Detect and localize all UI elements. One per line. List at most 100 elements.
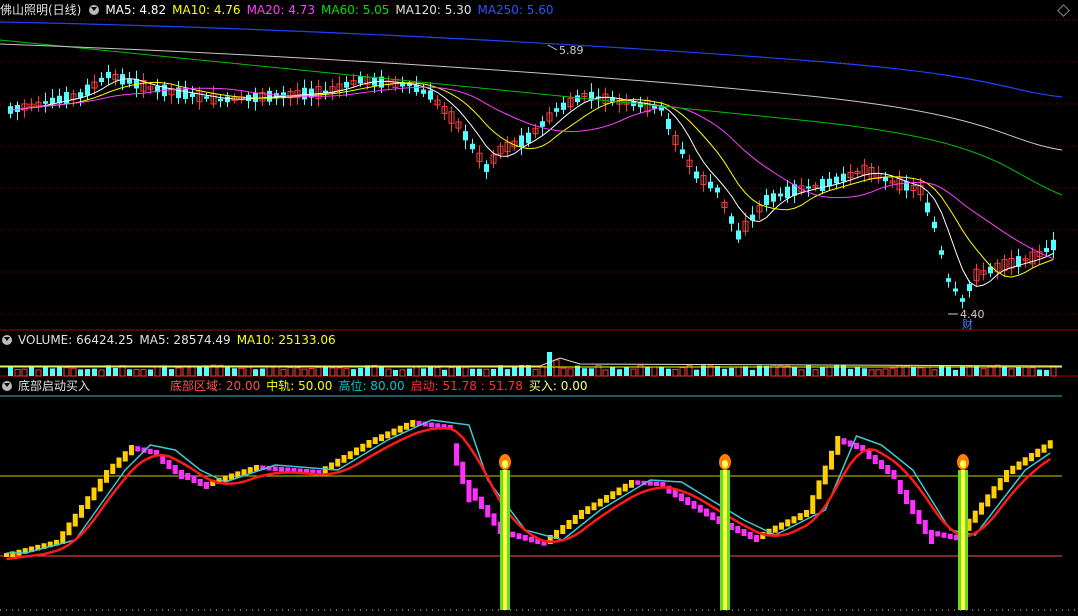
buy-signal-pillar-core	[723, 470, 727, 610]
indicator-bar	[341, 455, 347, 463]
indicator-bar	[679, 493, 684, 502]
indicator-bar	[879, 460, 884, 469]
price-candle	[694, 171, 699, 179]
indicator-bar	[897, 480, 903, 494]
indicator-bar	[910, 500, 916, 514]
ma-legend-item-0: MA5: 4.82	[105, 3, 167, 17]
volume-bar	[113, 367, 118, 376]
price-candle	[575, 95, 580, 103]
indicator-bar	[166, 460, 172, 469]
indicator-bar	[566, 520, 572, 529]
price-candle	[78, 92, 83, 98]
volume-bar	[127, 369, 132, 376]
indicator-bar	[404, 422, 409, 430]
price-candle	[540, 121, 545, 127]
volume-bar	[140, 369, 147, 377]
stock-chart[interactable]: 5.894.40财	[0, 0, 1078, 616]
indicator-bar	[122, 451, 128, 462]
price-candle	[778, 193, 783, 197]
volume-bar	[358, 367, 363, 376]
indicator-bar	[147, 448, 153, 454]
indicator-bar	[454, 443, 459, 466]
volume-legend-item-0: VOLUME: 66424.25	[18, 333, 134, 347]
ma-legend-item-5: MA250: 5.60	[477, 3, 554, 17]
volume-bar	[154, 366, 161, 377]
volume-bar	[456, 367, 461, 376]
indicator-bar	[610, 491, 616, 499]
price-candle	[43, 101, 48, 104]
indicator-bar	[66, 522, 72, 536]
indicator-bar	[347, 451, 353, 459]
volume-bar	[547, 352, 552, 376]
volume-bar	[43, 366, 48, 376]
volume-bar	[946, 366, 951, 376]
price-candle	[463, 131, 468, 141]
volume-bar	[666, 368, 671, 376]
indicator-bar	[322, 466, 328, 474]
volume-bar	[428, 366, 433, 376]
volume-bar	[1029, 367, 1036, 377]
indicator-bar	[972, 510, 978, 523]
price-candle	[519, 135, 524, 147]
indicator-bar	[191, 476, 197, 483]
price-candle	[729, 216, 734, 224]
indicator-bar	[872, 455, 878, 464]
volume-bar	[35, 369, 42, 377]
volume-bar	[448, 367, 455, 377]
indicator-bar	[891, 470, 897, 479]
price-candle	[1044, 247, 1049, 253]
circle-collapse-icon[interactable]	[89, 5, 100, 15]
indicator-bar	[85, 496, 91, 509]
volume-bar	[434, 367, 441, 377]
volume-bar	[980, 368, 987, 377]
indicator-bar	[985, 494, 991, 507]
volume-bar	[729, 367, 734, 376]
indicator-bar	[1022, 457, 1028, 466]
indicator-bar	[885, 465, 891, 474]
indicator-bar	[697, 504, 703, 513]
indicator-bar	[410, 420, 416, 427]
indicator-bar	[560, 525, 566, 534]
indicator-bar	[591, 502, 597, 511]
volume-bar	[582, 368, 587, 376]
volume-bar	[715, 366, 720, 376]
price-candle	[218, 98, 223, 102]
volume-bar	[273, 365, 280, 377]
price-candle	[106, 71, 111, 79]
volume-bar	[553, 359, 560, 377]
indicator-bar	[197, 479, 203, 486]
price-candle	[939, 250, 944, 255]
volume-bar	[169, 369, 174, 376]
volume-bar	[610, 367, 615, 376]
volume-bar	[624, 366, 629, 376]
volume-bar	[1016, 367, 1021, 376]
buy-signal-pillar-core	[503, 470, 507, 610]
price-candle	[484, 164, 489, 172]
volume-bar	[238, 367, 245, 377]
volume-bar	[266, 365, 273, 377]
volume-bar	[960, 366, 965, 376]
indicator-bar	[360, 443, 366, 452]
price-candle	[715, 187, 720, 193]
indicator-bar	[510, 531, 516, 538]
volume-bar	[85, 369, 90, 376]
volume-bar	[659, 366, 664, 376]
volume-bar	[182, 365, 189, 377]
volume-bar	[462, 366, 469, 377]
circle-collapse-icon[interactable]	[2, 335, 12, 345]
volume-bar	[78, 369, 83, 376]
indicator-bar	[110, 463, 116, 474]
volume-bar	[630, 368, 637, 377]
volume-bar	[301, 368, 308, 377]
price-candle	[666, 118, 671, 130]
indicator-bar	[472, 488, 478, 501]
indicator-bar	[91, 487, 97, 501]
circle-collapse-icon[interactable]	[2, 381, 12, 391]
indicator-bar	[572, 515, 578, 524]
indicator-bar	[979, 502, 984, 515]
volume-bar	[98, 369, 105, 377]
volume-bar	[491, 368, 496, 376]
indicator-bar	[279, 467, 284, 472]
volume-bar	[651, 366, 658, 377]
volume-bar	[323, 366, 328, 376]
